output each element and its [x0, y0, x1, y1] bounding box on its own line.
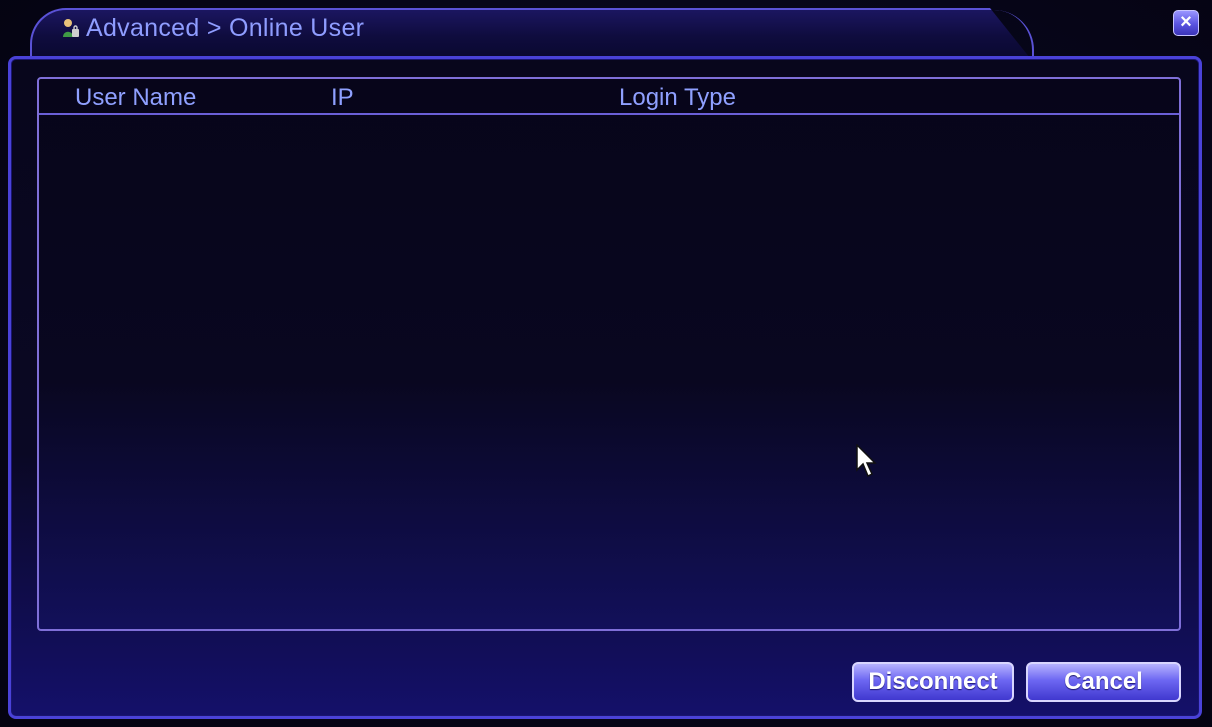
close-button[interactable]: ×	[1173, 10, 1199, 36]
column-header-login-type[interactable]: Login Type	[619, 84, 736, 112]
cancel-button[interactable]: Cancel	[1026, 662, 1181, 702]
close-icon: ×	[1180, 11, 1192, 33]
online-user-table: User Name IP Login Type	[37, 77, 1181, 631]
disconnect-button[interactable]: Disconnect	[852, 662, 1014, 702]
title-tab-edge	[988, 10, 1034, 58]
user-online-icon	[62, 17, 80, 39]
window-title: Advanced > Online User	[62, 12, 364, 44]
dvr-screen: Advanced > Online User × User Name IP Lo…	[0, 0, 1212, 727]
column-header-user-name[interactable]: User Name	[75, 84, 196, 112]
window-title-text: Advanced > Online User	[86, 13, 365, 42]
table-header: User Name IP Login Type	[39, 79, 1179, 115]
mouse-pointer-icon	[856, 443, 878, 480]
column-header-ip[interactable]: IP	[331, 84, 354, 112]
table-body[interactable]	[39, 115, 1179, 629]
